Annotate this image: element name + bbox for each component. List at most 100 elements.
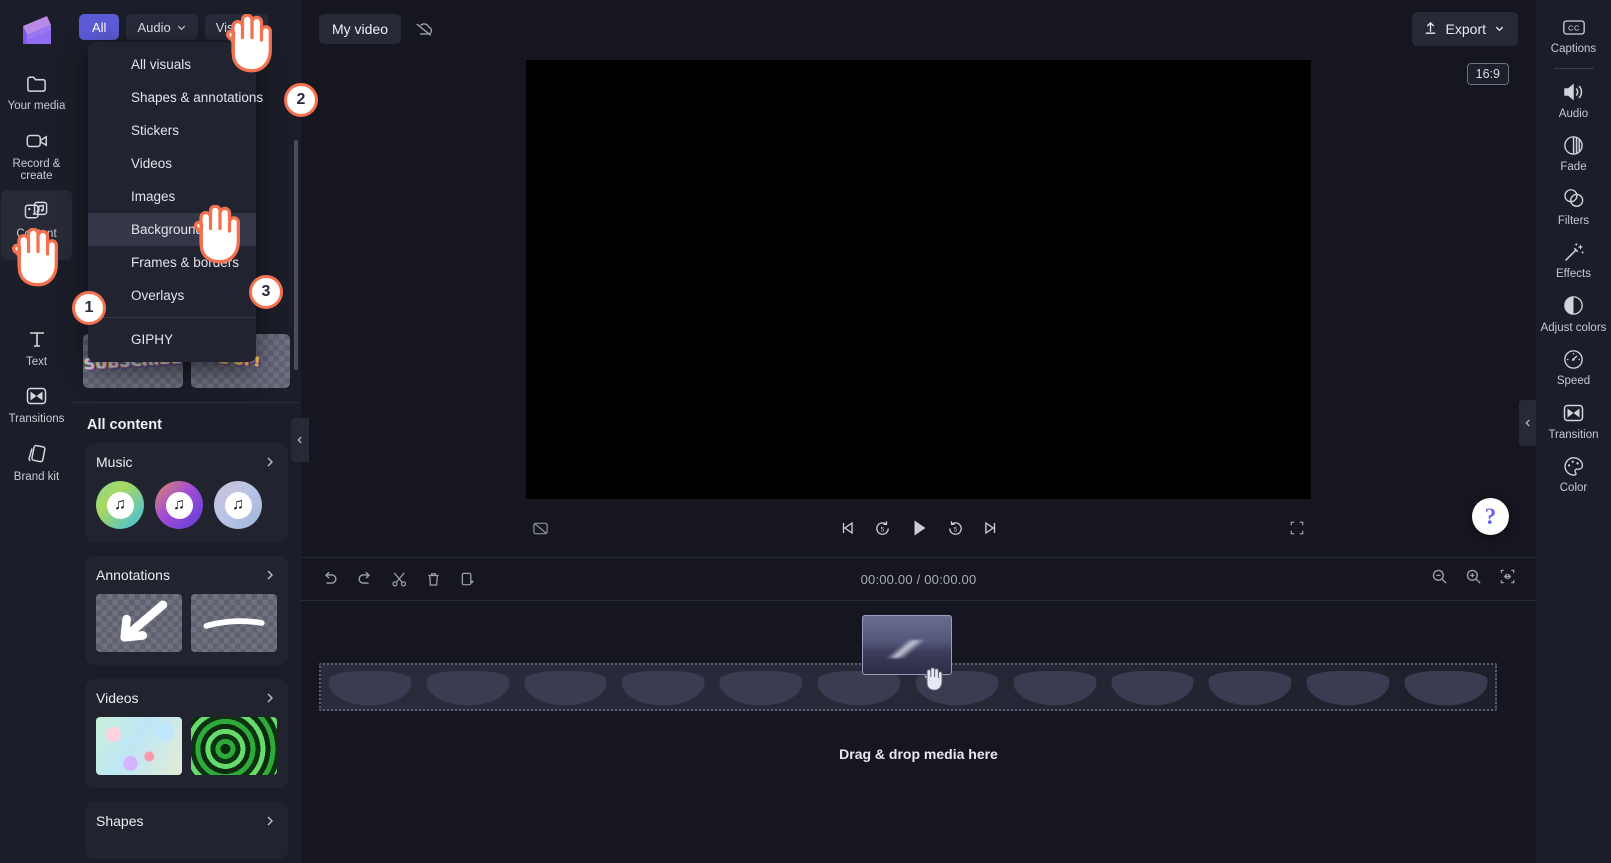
chevron-right-icon[interactable] — [263, 814, 277, 828]
top-bar: My video Export — [301, 0, 1536, 58]
menu-item-overlays[interactable]: Overlays — [88, 279, 256, 312]
speedometer-icon — [1561, 347, 1587, 371]
preview-stage: 16:9 5 — [301, 58, 1536, 557]
play-button[interactable] — [908, 517, 930, 539]
card-header[interactable]: Annotations — [96, 567, 277, 583]
music-disc[interactable]: ♫ — [155, 481, 203, 529]
menu-item-all-visuals[interactable]: All visuals — [88, 48, 256, 81]
annotation-thumbnail-row — [96, 594, 277, 652]
chevron-right-icon[interactable] — [263, 455, 277, 469]
help-button[interactable]: ? — [1472, 498, 1509, 535]
music-disc[interactable]: ♫ — [96, 481, 144, 529]
menu-item-shapes-annotations[interactable]: Shapes & annotations — [88, 81, 256, 114]
zoom-in-icon[interactable] — [1465, 568, 1482, 590]
video-thumbnail[interactable] — [96, 717, 182, 775]
export-button[interactable]: Export — [1412, 12, 1518, 46]
menu-item-frames-borders[interactable]: Frames & borders — [88, 246, 256, 279]
fit-to-screen-icon[interactable] — [1499, 568, 1516, 590]
right-item-adjust-colors[interactable]: Adjust colors — [1537, 287, 1610, 341]
skip-previous-icon[interactable] — [839, 519, 857, 537]
captions-cc-icon: CC — [1561, 15, 1587, 39]
music-note-icon: ♫ — [166, 492, 193, 519]
menu-item-giphy[interactable]: GIPHY — [88, 323, 256, 356]
collapse-library-panel-button[interactable] — [291, 418, 309, 462]
video-thumbnail[interactable] — [191, 717, 277, 775]
timeline-toolbar: 00:00.00 / 00:00.00 — [301, 557, 1536, 601]
chevron-right-icon[interactable] — [263, 691, 277, 705]
sidebar-item-your-media[interactable]: Your media — [1, 62, 72, 120]
sidebar-item-content-library[interactable]: Content library — [1, 190, 72, 260]
menu-item-label: Backgrounds — [131, 222, 210, 237]
menu-item-label: Videos — [131, 156, 172, 171]
duplicate-icon[interactable] — [459, 571, 476, 588]
adjust-colors-icon — [1561, 294, 1587, 318]
clipchamp-logo-icon[interactable] — [15, 8, 59, 52]
menu-item-backgrounds[interactable]: Backgrounds — [88, 213, 256, 246]
right-item-filters[interactable]: Filters — [1537, 180, 1610, 234]
dragged-media-thumbnail[interactable] — [862, 615, 952, 675]
cloud-off-icon[interactable] — [413, 20, 435, 38]
card-title: Music — [96, 454, 133, 470]
right-item-captions[interactable]: CC Captions — [1537, 8, 1610, 62]
skip-next-icon[interactable] — [981, 519, 999, 537]
zoom-out-icon[interactable] — [1431, 568, 1448, 590]
video-preview-canvas[interactable] — [526, 60, 1311, 499]
menu-item-stickers[interactable]: Stickers — [88, 114, 256, 147]
menu-item-label: Shapes & annotations — [131, 90, 263, 105]
music-disc[interactable]: ♫ — [214, 481, 262, 529]
chevron-down-icon — [1494, 21, 1505, 37]
card-header[interactable]: Music — [96, 454, 277, 470]
collapse-right-panel-button[interactable] — [1519, 400, 1536, 446]
annotation-arrow-thumbnail[interactable] — [96, 594, 182, 652]
right-item-audio[interactable]: Audio — [1537, 73, 1610, 127]
card-header[interactable]: Videos — [96, 690, 277, 706]
fullscreen-icon[interactable] — [1289, 520, 1305, 536]
color-palette-icon — [1561, 454, 1587, 478]
right-item-fade[interactable]: Fade — [1537, 126, 1610, 180]
tab-all[interactable]: All — [79, 14, 119, 40]
card-annotations: Annotations — [85, 556, 288, 665]
chevron-right-icon[interactable] — [263, 568, 277, 582]
annotation-underline-thumbnail[interactable] — [191, 594, 277, 652]
tab-visuals[interactable]: Visuals — [205, 14, 269, 40]
menu-item-videos[interactable]: Videos — [88, 147, 256, 180]
aspect-ratio-button[interactable]: 16:9 — [1467, 63, 1509, 85]
split-scissors-icon[interactable] — [391, 571, 408, 588]
sidebar-item-label: Text — [26, 356, 47, 369]
tab-audio[interactable]: Audio — [126, 14, 197, 40]
chevron-down-icon — [176, 22, 187, 33]
sidebar-item-transitions[interactable]: Transitions — [1, 375, 72, 433]
thumbnail-image — [872, 640, 942, 657]
undo-icon[interactable] — [321, 570, 339, 588]
library-scrollbar[interactable] — [294, 140, 298, 370]
timeline-body[interactable]: Drag & drop media here — [301, 601, 1536, 863]
redo-icon[interactable] — [356, 570, 374, 588]
menu-item-images[interactable]: Images — [88, 180, 256, 213]
right-item-speed[interactable]: Speed — [1537, 340, 1610, 394]
right-item-label: Filters — [1558, 215, 1589, 228]
right-item-transition[interactable]: Transition — [1537, 394, 1610, 448]
sidebar-item-brand-kit[interactable]: Brand kit — [1, 433, 72, 491]
library-tab-bar: All Audio Visuals — [73, 0, 300, 48]
visuals-dropdown-menu: All visuals Shapes & annotations Sticker… — [88, 42, 256, 362]
svg-text:CC: CC — [1567, 23, 1579, 32]
sidebar-item-record-create[interactable]: Record & create — [1, 120, 72, 190]
sidebar-item-label: Your media — [8, 100, 66, 113]
captions-off-icon[interactable] — [532, 520, 549, 537]
right-item-effects[interactable]: Effects — [1537, 233, 1610, 287]
sidebar-item-text[interactable]: Text — [1, 318, 72, 376]
fade-icon — [1561, 133, 1587, 157]
tab-label: All — [92, 20, 106, 35]
right-item-color[interactable]: Color — [1537, 447, 1610, 501]
card-header[interactable]: Shapes — [96, 813, 277, 829]
project-title-input[interactable]: My video — [319, 14, 401, 44]
timecode-display: 00:00.00 / 00:00.00 — [861, 572, 977, 587]
sidebar-item-label: Record & create — [3, 158, 70, 183]
step-badge-3: 3 — [249, 275, 283, 309]
menu-item-label: All visuals — [131, 57, 191, 72]
forward-5-icon[interactable]: 5 — [946, 519, 965, 538]
rewind-5-icon[interactable]: 5 — [873, 519, 892, 538]
filters-icon — [1561, 187, 1587, 211]
delete-trash-icon[interactable] — [425, 571, 442, 588]
menu-item-label: GIPHY — [131, 332, 173, 347]
